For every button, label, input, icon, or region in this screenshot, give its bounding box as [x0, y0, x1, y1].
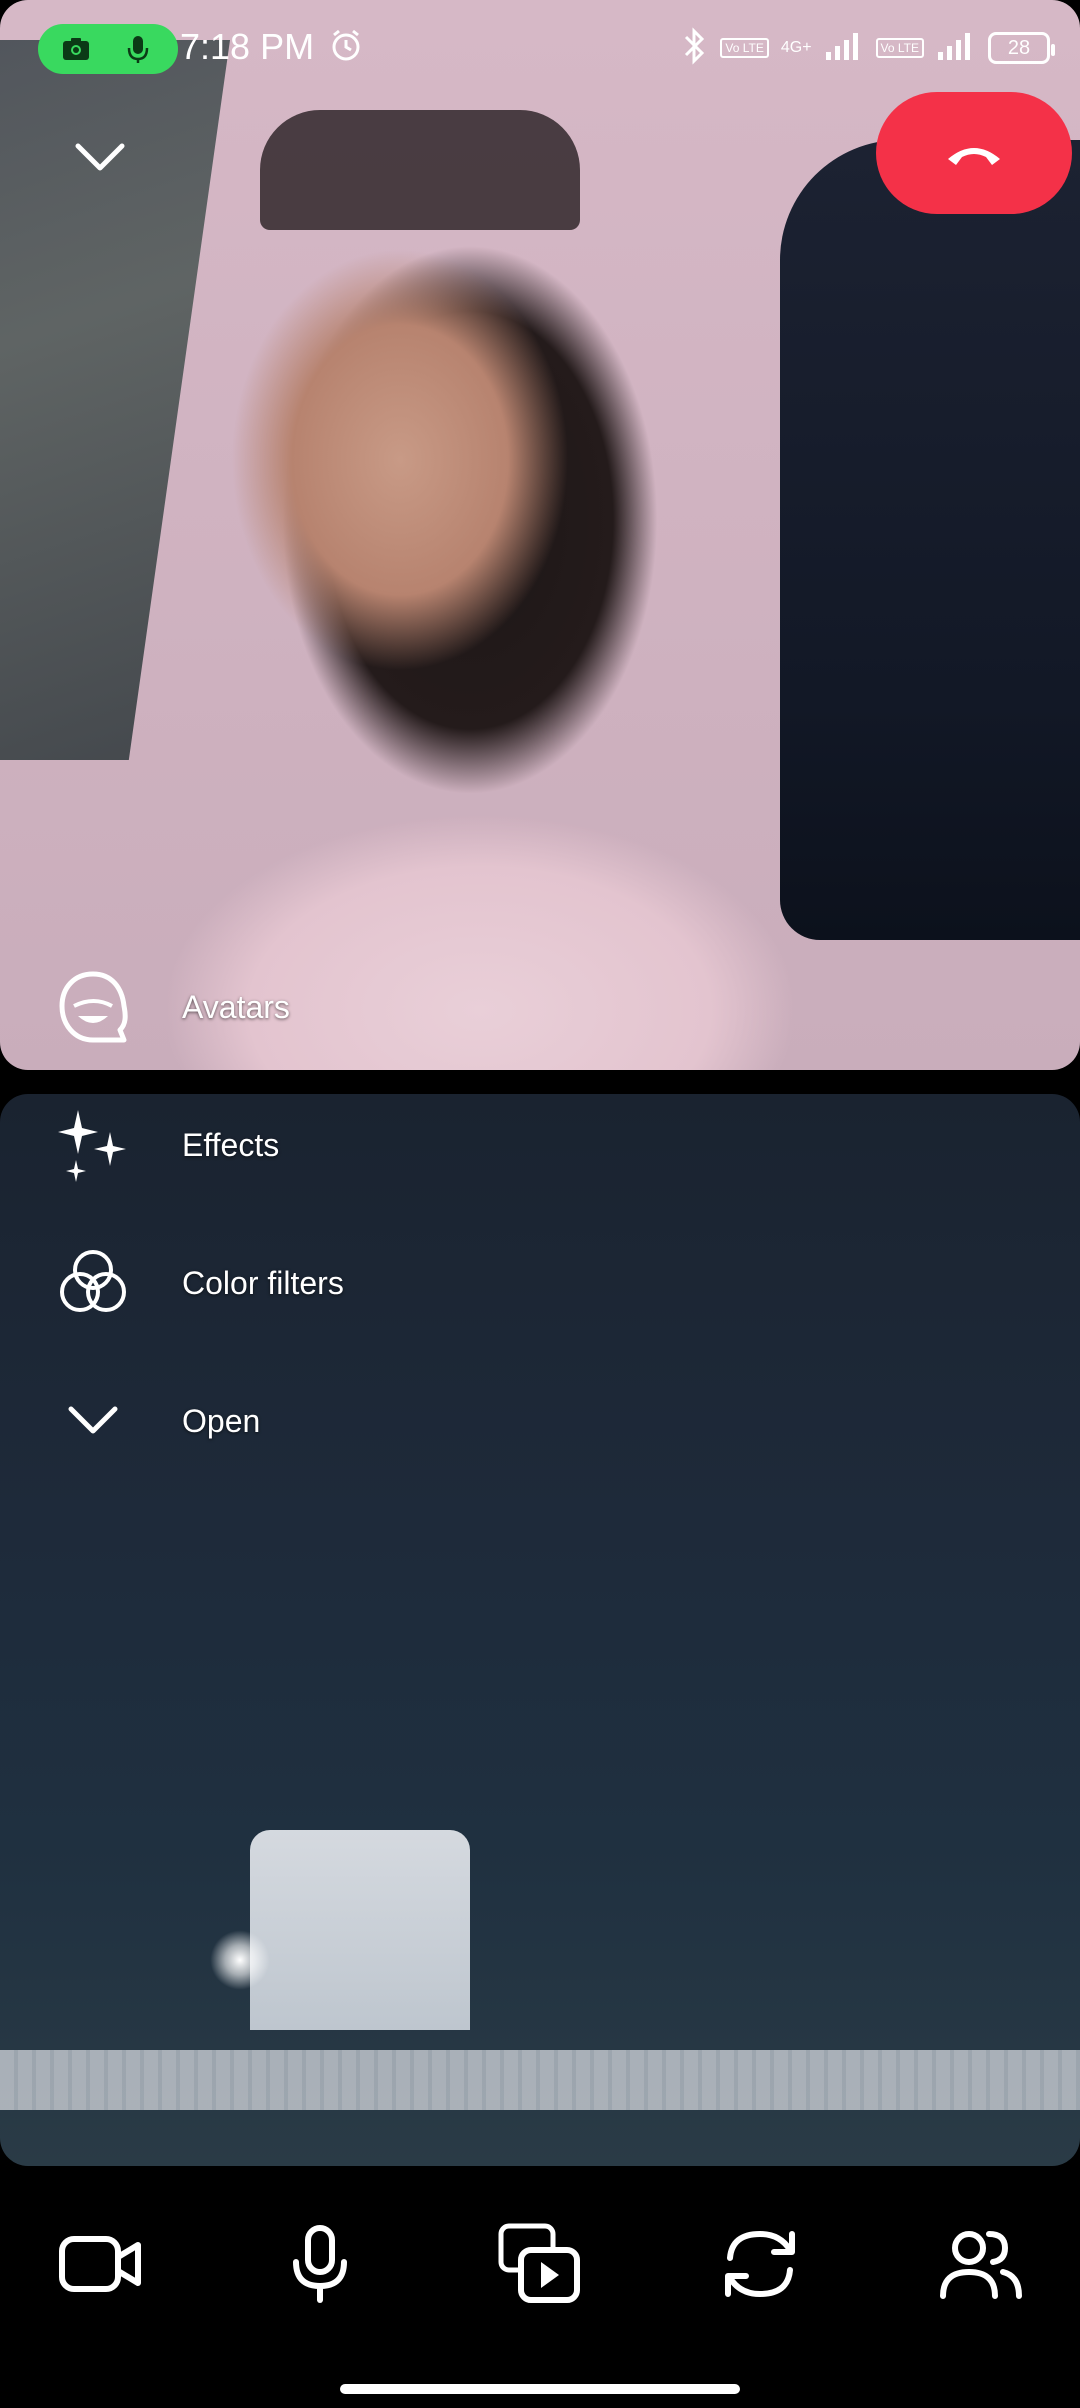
camera-in-use-icon	[60, 33, 92, 65]
chevron-down-icon	[75, 143, 125, 171]
flip-camera-button[interactable]	[710, 2214, 810, 2314]
menu-item-avatars[interactable]: Avatars	[50, 962, 290, 1052]
battery-level: 28	[1007, 36, 1031, 59]
video-camera-icon	[59, 2236, 141, 2292]
background-light	[210, 1930, 270, 1990]
background-fence	[0, 2050, 1080, 2110]
menu-item-effects[interactable]: Effects	[50, 1100, 279, 1190]
share-media-button[interactable]	[490, 2214, 590, 2314]
background-clothes	[260, 110, 580, 230]
minimize-button[interactable]	[70, 128, 130, 188]
flip-camera-icon	[725, 2230, 795, 2298]
menu-item-open[interactable]: Open	[50, 1376, 260, 1466]
people-icon	[940, 2231, 1022, 2299]
alarm-icon	[328, 28, 364, 69]
video-call-screen: 7:18 PM Vo LTE 4G+ Vo LTE 28 Avatars Eff…	[0, 0, 1080, 2408]
home-indicator[interactable]	[340, 2384, 740, 2394]
menu-label-open: Open	[182, 1402, 261, 1439]
microphone-icon	[293, 2225, 347, 2303]
participants-button[interactable]	[930, 2214, 1030, 2314]
volte-badge-2: Vo LTE	[875, 38, 924, 58]
volte-badge: Vo LTE	[720, 38, 769, 58]
status-bar: 7:18 PM Vo LTE 4G+ Vo LTE 28	[0, 0, 1080, 100]
menu-label-effects: Effects	[182, 1126, 280, 1163]
sparkles-icon	[50, 1102, 136, 1188]
network-type: 4G+	[780, 39, 812, 56]
avatar-icon	[50, 964, 136, 1050]
end-call-button[interactable]	[876, 92, 1072, 214]
background-jacket	[780, 140, 1080, 940]
self-video-tile[interactable]	[0, 1094, 1080, 2166]
background-temple	[250, 1830, 470, 2030]
phone-hangup-icon	[948, 148, 1000, 165]
recording-indicator	[38, 24, 178, 74]
bluetooth-icon	[682, 26, 708, 70]
status-icons: Vo LTE 4G+ Vo LTE 28	[682, 26, 1055, 70]
battery-indicator: 28	[988, 32, 1055, 64]
microphone-in-use-icon	[122, 33, 154, 65]
camera-toggle-button[interactable]	[50, 2214, 150, 2314]
signal-icon	[824, 30, 864, 67]
signal-icon-2	[936, 30, 976, 67]
call-controls-bar	[0, 2166, 1080, 2408]
media-share-icon	[498, 2223, 580, 2303]
menu-label-avatars: Avatars	[182, 988, 290, 1025]
status-time: 7:18 PM	[180, 26, 315, 67]
microphone-toggle-button[interactable]	[270, 2214, 370, 2314]
menu-item-color-filters[interactable]: Color filters	[50, 1238, 344, 1328]
menu-label-color-filters: Color filters	[182, 1264, 344, 1301]
chevron-down-icon	[50, 1378, 136, 1464]
color-filters-icon	[50, 1240, 136, 1326]
